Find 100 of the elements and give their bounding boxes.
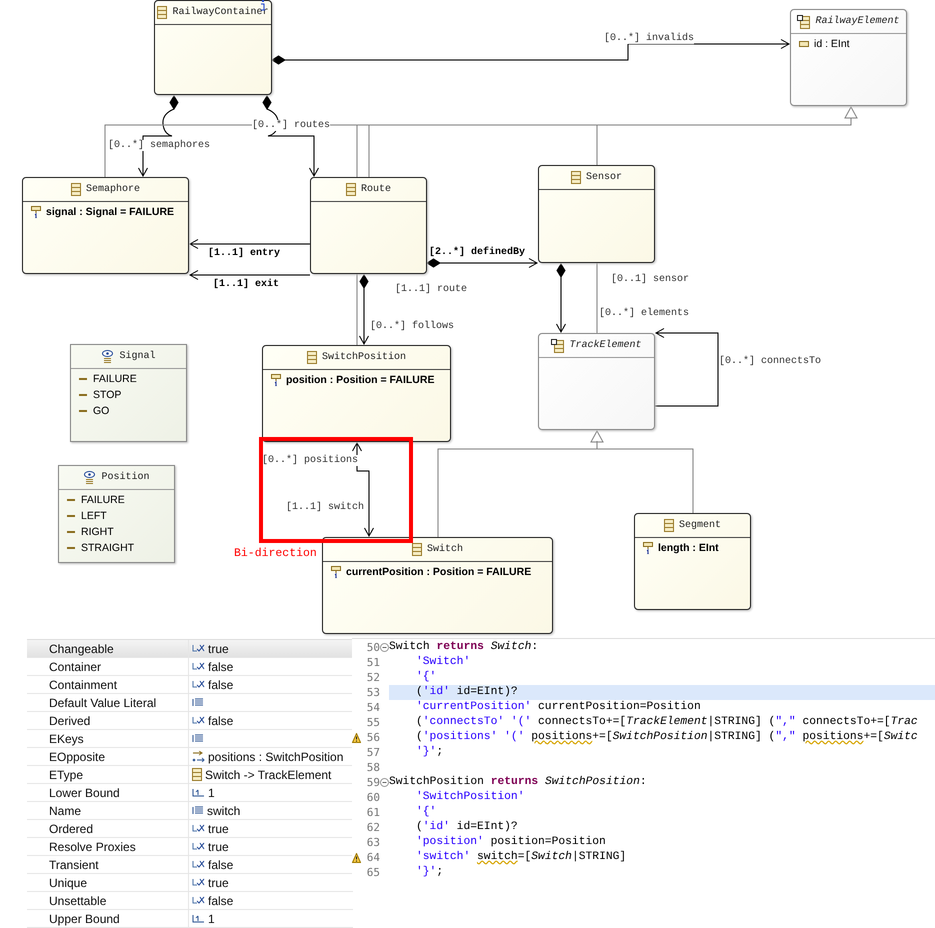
attribute-icon [643, 542, 653, 554]
enum-name: Position [101, 472, 150, 483]
property-value: 1 [208, 786, 215, 800]
property-row[interactable]: Transient false [27, 856, 353, 874]
text-icon [192, 806, 204, 815]
property-row[interactable]: Ordered true [27, 820, 353, 838]
containment-connector [556, 263, 566, 334]
property-row[interactable]: EOpposite positions : SwitchPosition [27, 748, 353, 766]
enum-icon [101, 350, 114, 363]
property-row[interactable]: Changeable true [27, 640, 353, 658]
class-box[interactable]: SwitchPosition position : Position = FAILURE [262, 345, 451, 442]
property-value: false [208, 714, 234, 728]
enum-name: Signal [119, 351, 156, 362]
property-value: false [208, 858, 234, 872]
property-name: Container [48, 660, 102, 674]
boolean-icon [192, 662, 205, 671]
multiplicity-label: [0..*] invalids [604, 33, 694, 44]
property-row[interactable]: Default Value Literal [27, 694, 353, 712]
annotation-text: Bi-direction [234, 547, 317, 560]
class-box[interactable]: RailwayElement id : EInt [790, 9, 907, 106]
line-number: 64 [366, 851, 380, 864]
property-value: switch [207, 804, 240, 818]
line-number: 56 [366, 731, 380, 744]
code-line: '{' [415, 670, 436, 685]
boolean-icon [192, 644, 205, 653]
boolean-icon [192, 860, 205, 869]
code-line: '{' [415, 805, 436, 820]
code-line: 'Switch' [415, 655, 470, 670]
property-row[interactable]: Container false [27, 658, 353, 676]
boolean-icon [192, 896, 205, 905]
class-icon [306, 351, 317, 364]
property-row[interactable]: Name switch [27, 802, 353, 820]
attribute-text: currentPosition : Position = FAILURE [346, 566, 532, 578]
property-row[interactable]: Containment false [27, 676, 353, 694]
class-name: SwitchPosition [322, 352, 406, 363]
property-row[interactable]: Derived false [27, 712, 353, 730]
property-row[interactable]: Unique true [27, 874, 353, 892]
class-name: Sensor [586, 172, 622, 183]
code-line: '}'; [415, 745, 444, 760]
attribute-icon [799, 41, 809, 47]
property-name: Resolve Proxies [48, 840, 137, 854]
line-number: 60 [366, 791, 380, 804]
class-box[interactable]: RailwayContainer [154, 0, 272, 95]
code-line: Switch returns Switch: [389, 640, 538, 655]
class-icon [157, 6, 168, 19]
multiplicity-label: [0..*] elements [599, 308, 690, 319]
property-row[interactable]: EKeys [27, 730, 353, 748]
property-row[interactable]: Upper Bound 1 [27, 910, 353, 928]
code-line: SwitchPosition returns SwitchPosition: [389, 775, 647, 790]
attribute-text: length : EInt [658, 542, 719, 554]
code-line: ('id' id=EInt)? [415, 820, 518, 835]
class-box[interactable]: Semaphore signal : Signal = FAILURE [22, 177, 189, 274]
property-name: Unique [48, 876, 88, 890]
property-name: Containment [48, 678, 118, 692]
boolean-icon [192, 824, 205, 833]
property-value: false [208, 678, 234, 692]
property-value: false [208, 660, 234, 674]
property-row[interactable]: Lower Bound 1 [27, 784, 353, 802]
literal-text: LEFT [81, 510, 107, 522]
line-number: 59 [366, 776, 380, 789]
property-value: positions : SwitchPosition [208, 750, 344, 764]
property-name: Transient [48, 858, 100, 872]
multiplicity-label: [0..1] sensor [611, 274, 690, 285]
class-box[interactable]: Segment length : EInt [634, 513, 751, 610]
property-row[interactable]: Unsettable false [27, 892, 353, 910]
enum-box[interactable]: Signal FAILURE STOP GO [70, 344, 187, 442]
enum-box[interactable]: Position FAILURE LEFT RIGHT STRAIGHT [58, 465, 175, 563]
literal-text: FAILURE [93, 373, 137, 385]
multiplicity-label: [1..1] switch [286, 502, 364, 513]
property-name: EType [48, 768, 84, 782]
literal-text: STOP [93, 389, 122, 401]
attribute-icon [271, 374, 281, 386]
property-value: true [208, 822, 229, 836]
class-box[interactable]: Switch currentPosition : Position = FAILURE [322, 537, 553, 634]
collapse-icon[interactable] [380, 643, 389, 652]
attribute-text: id : EInt [814, 38, 850, 50]
enum-icon [83, 471, 96, 484]
collapse-icon[interactable] [380, 778, 389, 787]
boolean-icon [192, 878, 205, 887]
property-value: true [208, 876, 229, 890]
text-icon [192, 698, 204, 707]
class-icon [346, 183, 356, 196]
property-name: Name [48, 804, 82, 818]
class-icon [70, 183, 81, 196]
literal-text: FAILURE [81, 494, 125, 506]
class-box[interactable]: Sensor [538, 165, 655, 263]
class-type-icon [192, 768, 202, 781]
class-box[interactable]: TrackElement [538, 333, 655, 430]
line-number: 63 [366, 836, 380, 849]
code-line: 'switch' switch=[Switch|STRING] [415, 850, 626, 865]
property-row[interactable]: Resolve Proxies true [27, 838, 353, 856]
line-number: 52 [366, 671, 380, 684]
attribute-icon [31, 206, 41, 218]
property-name: Derived [48, 714, 92, 728]
line-number: 65 [366, 866, 380, 879]
code-line: ('connectsTo' '(' connectsTo+=[TrackElement|STRING] ("," connectsTo+=[Trac [415, 715, 918, 730]
property-row[interactable]: EType Switch -> TrackElement [27, 766, 353, 784]
multiplicity-label: [1..1] entry [208, 248, 280, 259]
class-box[interactable]: Route [310, 177, 427, 274]
line-number: 50 [366, 641, 380, 654]
